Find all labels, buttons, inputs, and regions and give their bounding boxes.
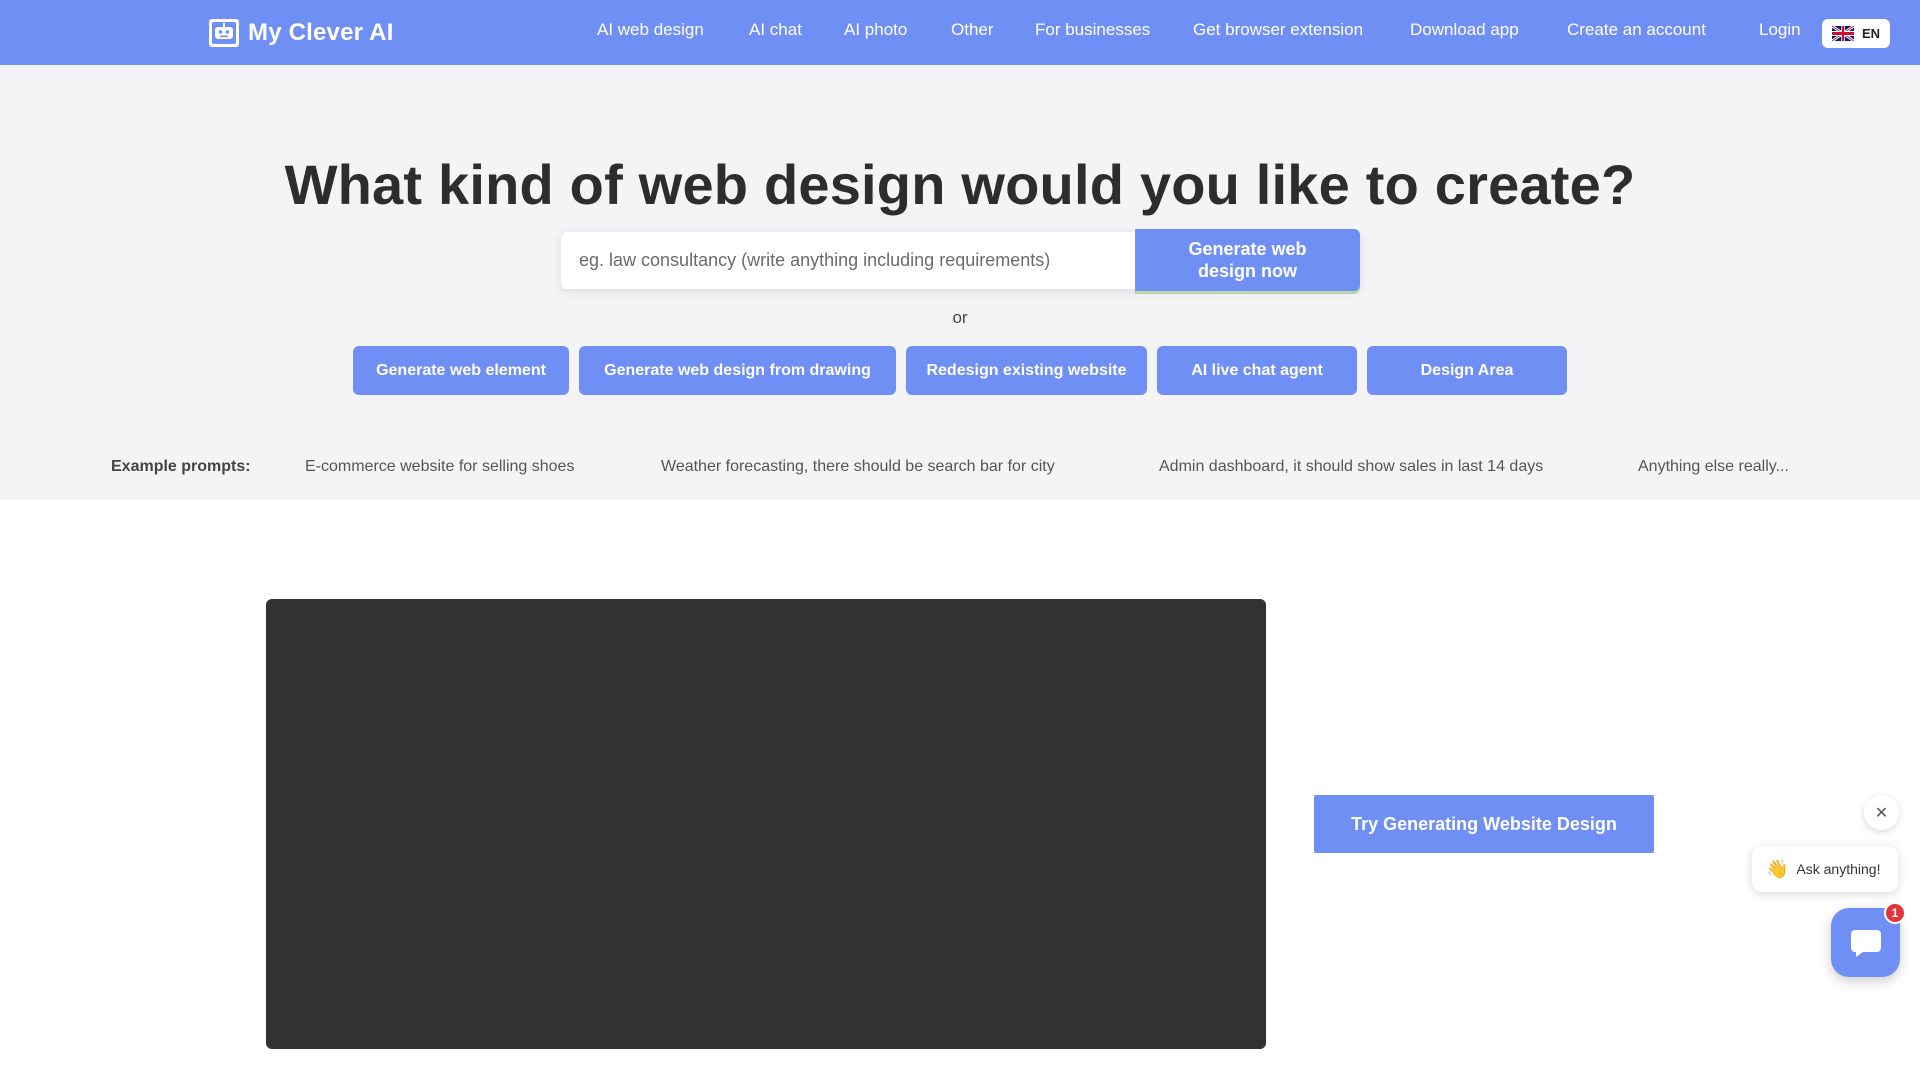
brand-name: My Clever AI	[248, 19, 394, 46]
language-selector[interactable]: EN	[1822, 19, 1890, 48]
nav-link-ai-chat[interactable]: AI chat	[749, 20, 802, 40]
ai-live-chat-agent-button[interactable]: AI live chat agent	[1157, 346, 1357, 395]
generate-web-element-button[interactable]: Generate web element	[353, 346, 569, 395]
generate-design-button[interactable]: Generate web design now	[1135, 229, 1360, 291]
nav-link-other[interactable]: Other	[951, 20, 994, 40]
nav-link-browser-extension[interactable]: Get browser extension	[1193, 20, 1363, 40]
try-generating-button[interactable]: Try Generating Website Design	[1314, 795, 1654, 853]
demo-video-panel[interactable]	[266, 599, 1266, 1049]
hero-section: What kind of web design would you like t…	[0, 65, 1920, 500]
nav-link-ai-web-design[interactable]: AI web design	[597, 20, 704, 40]
nav-link-for-businesses[interactable]: For businesses	[1035, 20, 1150, 40]
top-navbar: My Clever AI AI web design AI chat AI ph…	[0, 0, 1920, 67]
example-prompts-label: Example prompts:	[111, 458, 251, 475]
example-prompt-admin-dashboard[interactable]: Admin dashboard, it should show sales in…	[1159, 458, 1543, 476]
language-code: EN	[1861, 26, 1881, 41]
design-prompt-input[interactable]	[561, 232, 1135, 289]
nav-link-download-app[interactable]: Download app	[1410, 20, 1519, 40]
nav-link-ai-photo[interactable]: AI photo	[844, 20, 907, 40]
chat-close-icon[interactable]: ✕	[1864, 795, 1899, 830]
generate-from-drawing-button[interactable]: Generate web design from drawing	[579, 346, 896, 395]
example-prompt-anything-else[interactable]: Anything else really...	[1638, 458, 1789, 476]
redesign-website-button[interactable]: Redesign existing website	[906, 346, 1147, 395]
waving-hand-icon: 👋	[1766, 859, 1789, 879]
chat-prompt-bubble[interactable]: 👋 Ask anything!	[1752, 846, 1898, 892]
example-prompt-weather[interactable]: Weather forecasting, there should be sea…	[661, 458, 1055, 476]
brand-logo-link[interactable]: My Clever AI	[208, 17, 394, 49]
page-title: What kind of web design would you like t…	[284, 153, 1636, 216]
example-prompt-ecommerce[interactable]: E-commerce website for selling shoes	[305, 458, 574, 476]
chat-prompt-text: Ask anything!	[1796, 861, 1881, 877]
uk-flag-icon	[1831, 26, 1854, 41]
unread-count-badge: 1	[1884, 902, 1906, 924]
or-divider-text: or	[952, 308, 968, 327]
chat-icon	[1850, 929, 1881, 957]
robot-logo-icon	[209, 19, 239, 47]
nav-link-create-account[interactable]: Create an account	[1567, 20, 1706, 40]
nav-link-login[interactable]: Login	[1759, 20, 1801, 40]
design-area-button[interactable]: Design Area	[1367, 346, 1567, 395]
design-prompt-form: Generate web design now	[561, 229, 1360, 291]
